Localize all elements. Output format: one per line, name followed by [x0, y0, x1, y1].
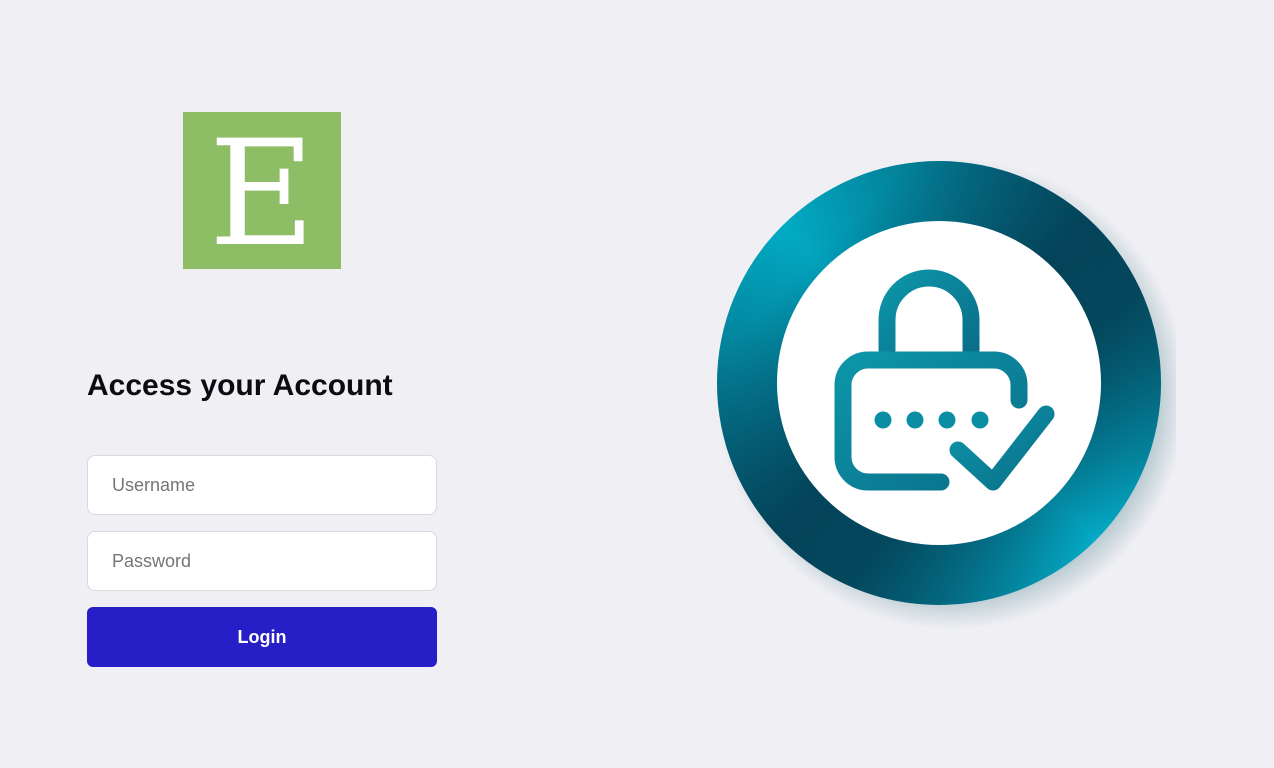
password-input[interactable] — [87, 531, 437, 591]
lock-check-icon — [716, 158, 1176, 630]
badge-disc — [777, 221, 1101, 545]
username-input[interactable] — [87, 455, 437, 515]
page-title: Access your Account — [87, 369, 393, 402]
brand-logo: E — [183, 112, 341, 269]
login-button[interactable]: Login — [87, 607, 437, 667]
logo-letter: E — [208, 108, 316, 279]
